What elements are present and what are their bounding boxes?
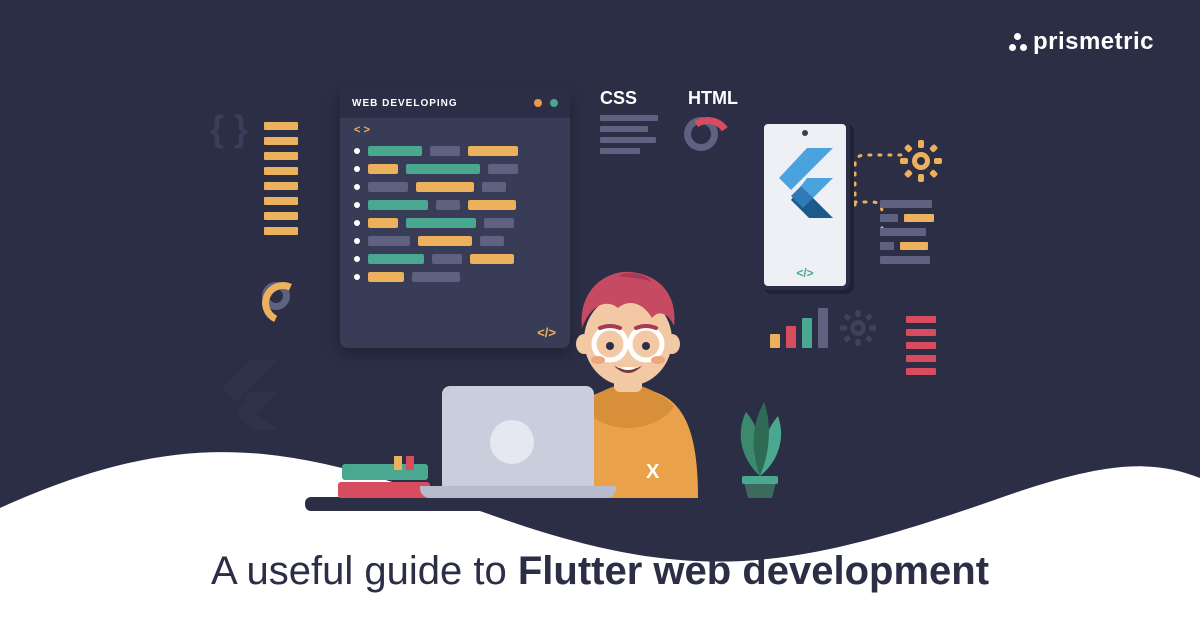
code-editor-title: WEB DEVELOPING	[352, 98, 526, 109]
braces-decoration-icon: { }	[210, 108, 248, 150]
logo-mark-icon	[1009, 33, 1027, 51]
css-lines-icon	[600, 115, 658, 154]
tagline-bold: Flutter web development	[518, 549, 989, 593]
html-label-block: HTML	[684, 88, 738, 151]
flutter-ghost-icon	[218, 360, 278, 430]
flutter-logo-icon	[777, 148, 833, 218]
phone-footer-tag: </>	[796, 266, 813, 280]
laptop-back	[442, 386, 594, 486]
code-editor-titlebar: WEB DEVELOPING	[340, 88, 570, 118]
progress-ring-icon	[684, 117, 718, 151]
code-snippet-decoration	[880, 200, 934, 264]
phone-camera-icon	[802, 130, 808, 136]
code-open-tag: < >	[340, 118, 570, 142]
shirt-mark: X	[646, 461, 660, 483]
window-dot-icon	[534, 99, 542, 107]
desk	[305, 497, 905, 511]
tagline-prefix: A useful guide to	[211, 549, 518, 593]
css-label-block: CSS	[600, 88, 658, 154]
window-dot-icon	[550, 99, 558, 107]
right-bars-decoration	[906, 316, 936, 375]
gear-icon	[840, 310, 876, 346]
html-label: HTML	[688, 88, 738, 109]
page-title: A useful guide to Flutter web developmen…	[0, 549, 1200, 594]
laptop-base	[420, 486, 616, 498]
donut-chart-icon	[262, 282, 290, 310]
laptop	[442, 386, 616, 498]
books	[342, 464, 430, 498]
phone-mockup: </>	[760, 120, 850, 290]
bar-chart-icon	[770, 308, 828, 348]
brand-logo: prismetric	[1009, 28, 1154, 56]
css-label: CSS	[600, 88, 658, 109]
gear-icon	[900, 140, 942, 182]
brand-name: prismetric	[1033, 28, 1154, 56]
left-bars-decoration	[264, 122, 298, 235]
